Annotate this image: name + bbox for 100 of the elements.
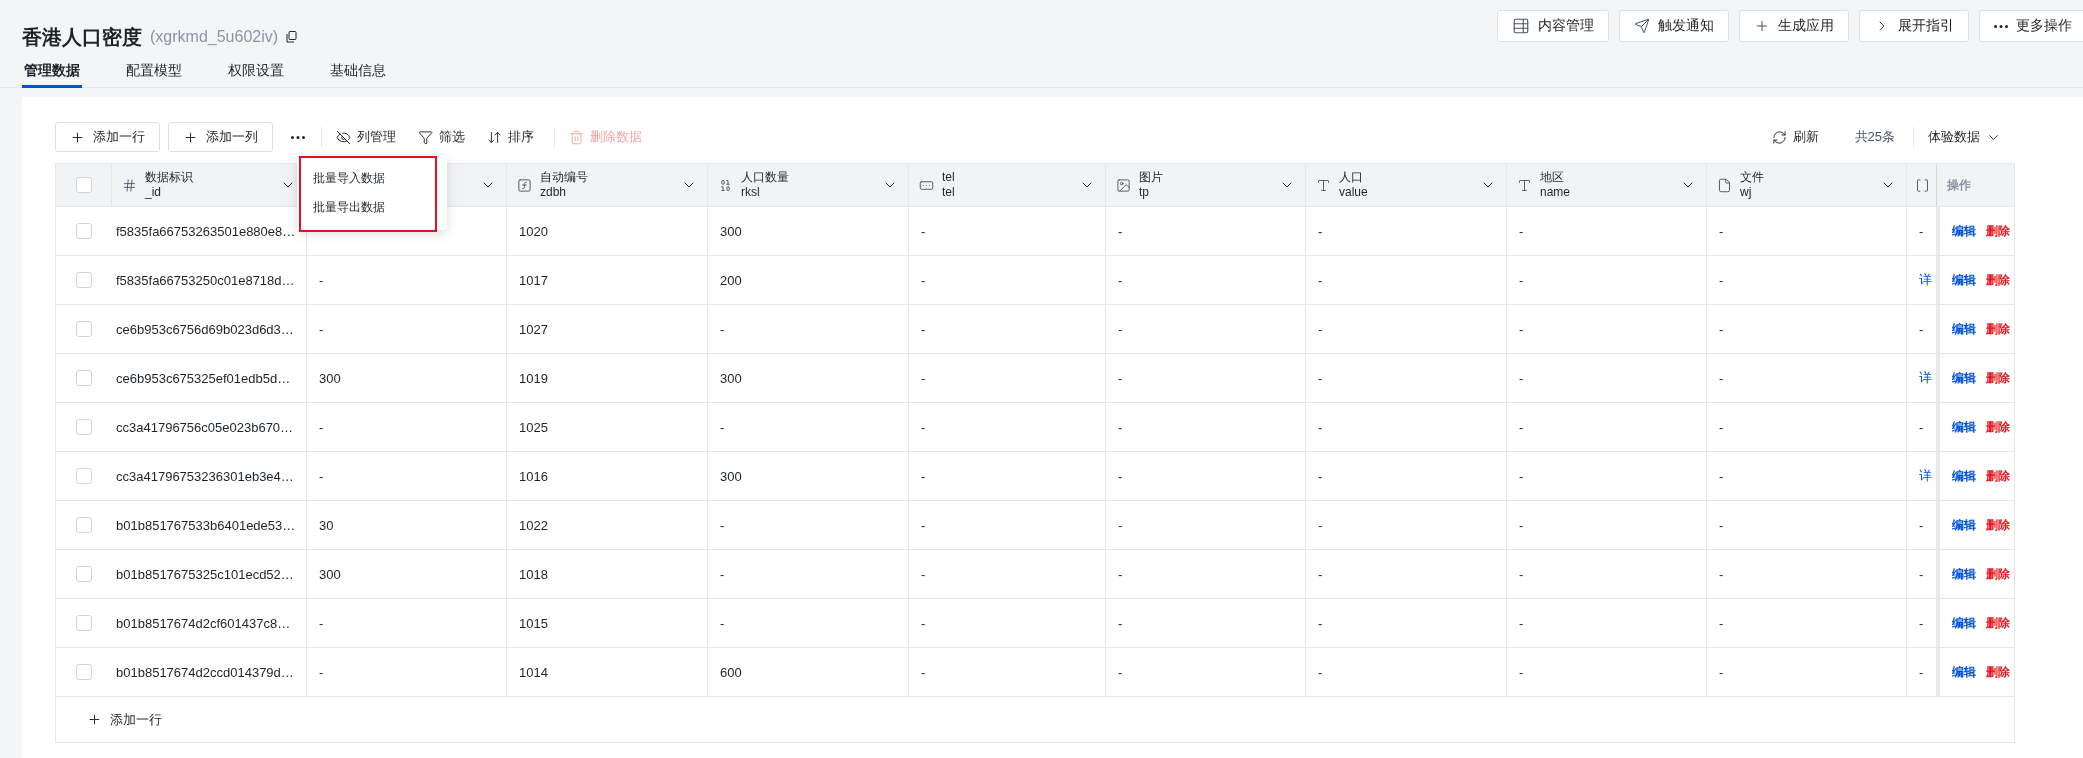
table-cell: - — [1519, 272, 1524, 288]
delete-link[interactable]: 删除 — [1986, 369, 2010, 387]
table-cell: - — [319, 664, 324, 680]
table-cell: - — [1919, 517, 1924, 533]
table-cell: - — [1318, 468, 1323, 484]
table-cell: - — [921, 321, 926, 337]
menu-item[interactable]: 批量导出数据 — [297, 193, 447, 222]
delete-link[interactable]: 删除 — [1986, 418, 2010, 436]
edit-link[interactable]: 编辑 — [1952, 663, 1976, 681]
table-cell: 1022 — [519, 517, 548, 533]
table-cell: 600 — [720, 664, 742, 680]
table-cell: - — [1118, 419, 1123, 435]
dataset-dropdown[interactable]: 体验数据 — [1920, 128, 2009, 146]
column-field: value — [1339, 185, 1472, 200]
table-cell: - — [319, 615, 324, 631]
table-cell: ce6b953c675325ef01edb5d… — [116, 370, 291, 386]
table-cell: - — [319, 419, 324, 435]
table-cell: - — [720, 321, 725, 337]
edit-link[interactable]: 编辑 — [1952, 418, 1976, 436]
edit-link[interactable]: 编辑 — [1952, 516, 1976, 534]
table-cell: - — [921, 517, 926, 533]
header-action-button[interactable]: 内容管理 — [1497, 10, 1609, 42]
table-cell: - — [1118, 223, 1123, 239]
table-cell: - — [319, 468, 324, 484]
edit-link[interactable]: 编辑 — [1952, 614, 1976, 632]
toolbar-button[interactable]: 排序 — [479, 128, 542, 146]
table-cell: - — [1318, 615, 1323, 631]
delete-link[interactable]: 删除 — [1986, 516, 2010, 534]
table-cell: - — [1719, 419, 1724, 435]
table-cell: - — [1519, 517, 1524, 533]
column-label: 人口数量 — [741, 170, 790, 185]
edit-link[interactable]: 编辑 — [1952, 565, 1976, 583]
edit-link[interactable]: 编辑 — [1952, 467, 1976, 485]
delete-link[interactable]: 删除 — [1986, 222, 2010, 240]
menu-item[interactable]: 批量导入数据 — [297, 164, 447, 193]
table-cell: - — [1519, 223, 1524, 239]
table-cell: 1018 — [519, 566, 548, 582]
edit-link[interactable]: 编辑 — [1952, 222, 1976, 240]
column-label: 自动编号 — [540, 170, 589, 185]
edit-link[interactable]: 编辑 — [1952, 271, 1976, 289]
table-cell: f5835fa66753250c01e8718d… — [116, 272, 295, 288]
table-cell: - — [1719, 468, 1724, 484]
delete-link[interactable]: 删除 — [1986, 663, 2010, 681]
table-cell: 1017 — [519, 272, 548, 288]
table-cell: - — [720, 419, 725, 435]
toolbar-button[interactable]: 筛选 — [410, 128, 473, 146]
table-cell: 1027 — [519, 321, 548, 337]
delete-link[interactable]: 删除 — [1986, 320, 2010, 338]
add-row-button[interactable]: 添加一行 — [81, 709, 168, 730]
column-label: 操作 — [1947, 176, 1971, 194]
tab[interactable]: 管理数据 — [22, 56, 82, 88]
table-cell: f5835fa66753263501e880e8… — [116, 223, 296, 239]
table-cell: - — [1519, 419, 1524, 435]
table-cell: 1016 — [519, 468, 548, 484]
delete-link[interactable]: 删除 — [1986, 467, 2010, 485]
add-button[interactable]: 添加一列 — [168, 122, 273, 152]
tab[interactable]: 基础信息 — [328, 56, 388, 88]
table-cell: - — [1719, 615, 1724, 631]
column-label: 地区 — [1540, 170, 1565, 185]
tab[interactable]: 配置模型 — [124, 56, 184, 88]
header-action-button[interactable]: 触发通知 — [1619, 10, 1729, 42]
table-cell: 300 — [319, 370, 341, 386]
delete-link[interactable]: 删除 — [1986, 271, 2010, 289]
table-cell: ce6b953c6756d69b023d6d3… — [116, 321, 294, 337]
refresh-button[interactable]: 刷新 — [1763, 128, 1827, 146]
table-cell: - — [1919, 223, 1924, 239]
table-cell: cc3a41796753236301eb3e4… — [116, 468, 294, 484]
table-cell: 1025 — [519, 419, 548, 435]
delete-link[interactable]: 删除 — [1986, 565, 2010, 583]
table-cell: - — [1118, 566, 1123, 582]
table-cell: - — [1919, 615, 1924, 631]
table-cell: 详 — [1919, 369, 1932, 387]
column-field: name — [1540, 185, 1672, 200]
edit-link[interactable]: 编辑 — [1952, 320, 1976, 338]
table-cell: - — [1719, 370, 1724, 386]
table-cell: b01b8517675325c101ecd52… — [116, 566, 294, 582]
table-cell: 1019 — [519, 370, 548, 386]
column-field: tel — [942, 185, 1071, 200]
table-cell: - — [1719, 223, 1724, 239]
tab[interactable]: 权限设置 — [226, 56, 286, 88]
header-action-button[interactable]: 展开指引 — [1859, 10, 1969, 42]
table-cell: - — [1118, 615, 1123, 631]
header-action-button[interactable]: 生成应用 — [1739, 10, 1849, 42]
column-field: tp — [1139, 185, 1271, 200]
table-cell: b01b851767533b6401ede53… — [116, 517, 296, 533]
table-cell: - — [720, 566, 725, 582]
column-label: 数据标识 — [145, 170, 194, 185]
table-cell: 300 — [720, 370, 742, 386]
header-action-button[interactable]: 更多操作 — [1979, 10, 2083, 42]
table-cell: - — [1519, 370, 1524, 386]
table-cell: - — [1719, 272, 1724, 288]
edit-link[interactable]: 编辑 — [1952, 369, 1976, 387]
table-cell: - — [1318, 321, 1323, 337]
table-cell: - — [319, 321, 324, 337]
toolbar-button[interactable]: 列管理 — [328, 128, 404, 146]
table-cell: - — [1719, 664, 1724, 680]
column-label: 图片 — [1139, 170, 1164, 185]
add-button[interactable]: 添加一行 — [55, 122, 160, 152]
table-cell: - — [1719, 517, 1724, 533]
delete-link[interactable]: 删除 — [1986, 614, 2010, 632]
